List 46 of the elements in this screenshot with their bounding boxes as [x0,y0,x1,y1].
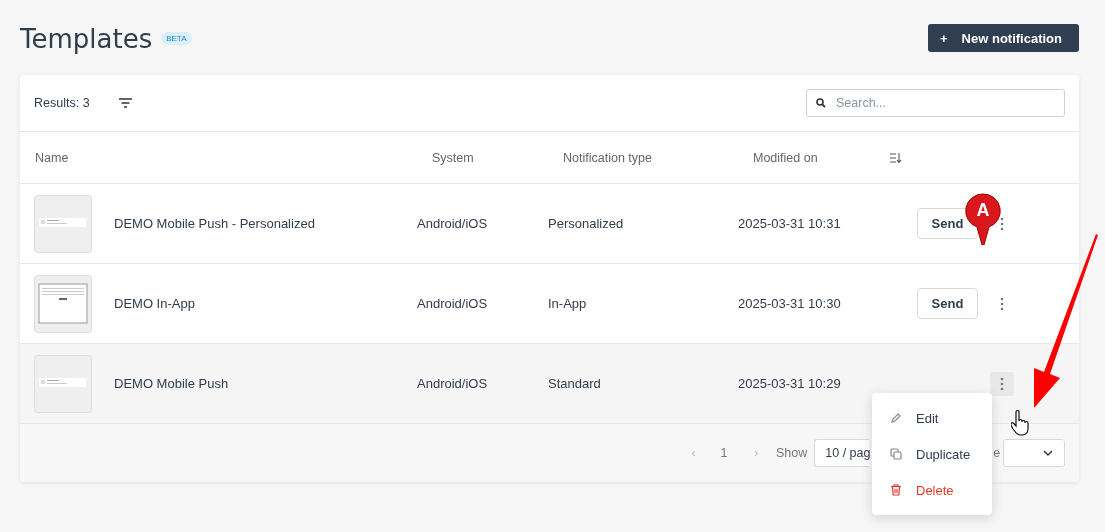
push-thumbnail [34,194,92,253]
notification-type-cell-text: In-App [548,296,588,311]
beta-badge: BETA [161,31,192,45]
filter-icon[interactable] [118,98,132,108]
column-header: Name [35,150,70,165]
template-name[interactable]: DEMO Mobile Push [114,376,229,391]
copy-icon [890,448,902,460]
notification-type-cell-text: Standard [548,376,602,391]
notification-type-cell-text: Personalized [548,216,625,231]
modified-date-cell-text: 2025-03-31 10:30 [738,296,842,311]
go-to-label: e [993,446,1001,460]
menu-item-label: Edit [916,410,939,426]
system-cell-text: Android/iOS [417,376,489,391]
template-name[interactable]: DEMO In-App [114,296,195,311]
menu-item[interactable]: Duplicate [872,436,992,472]
menu-item-label: Delete [916,482,954,498]
template-name[interactable]: DEMO Mobile Push - Personalized [114,216,315,231]
trash-icon [890,484,902,496]
menu-item[interactable]: Delete [872,472,992,508]
modified-date-cell-text: 2025-03-31 10:31 [738,216,842,231]
pencil-icon [890,412,902,424]
column-header: System [432,150,475,165]
kebab-icon [1000,216,1004,231]
system-cell-text: Android/iOS [417,216,489,231]
column-header: Notification type [563,150,653,165]
sort-icon[interactable] [890,152,902,163]
send-button[interactable]: Send [917,288,978,319]
kebab-icon [1000,376,1004,391]
page-size-select[interactable]: 10 / pag [814,439,870,467]
page-number[interactable]: 1 [712,446,736,460]
search-icon [816,98,826,108]
new-notification-button[interactable]: + New notification [928,24,1079,52]
column-header: Modified on [753,150,819,165]
menu-item[interactable]: Edit [872,400,992,436]
page-title: Templates [20,24,153,54]
push-thumbnail [34,354,92,413]
kebab-icon [1000,296,1004,311]
annotation-pin-tooltip: A [965,193,1001,245]
menu-item-label: Duplicate [916,446,971,462]
chevron-down-icon [1043,450,1054,456]
results-count: Results: 3 [34,96,90,110]
in-app-thumbnail [34,274,92,333]
search-field[interactable]: Search... [806,89,1065,117]
show-label: Show [776,446,808,460]
modified-date-cell-text: 2025-03-31 10:29 [738,376,842,391]
system-cell-text: Android/iOS [417,296,489,311]
